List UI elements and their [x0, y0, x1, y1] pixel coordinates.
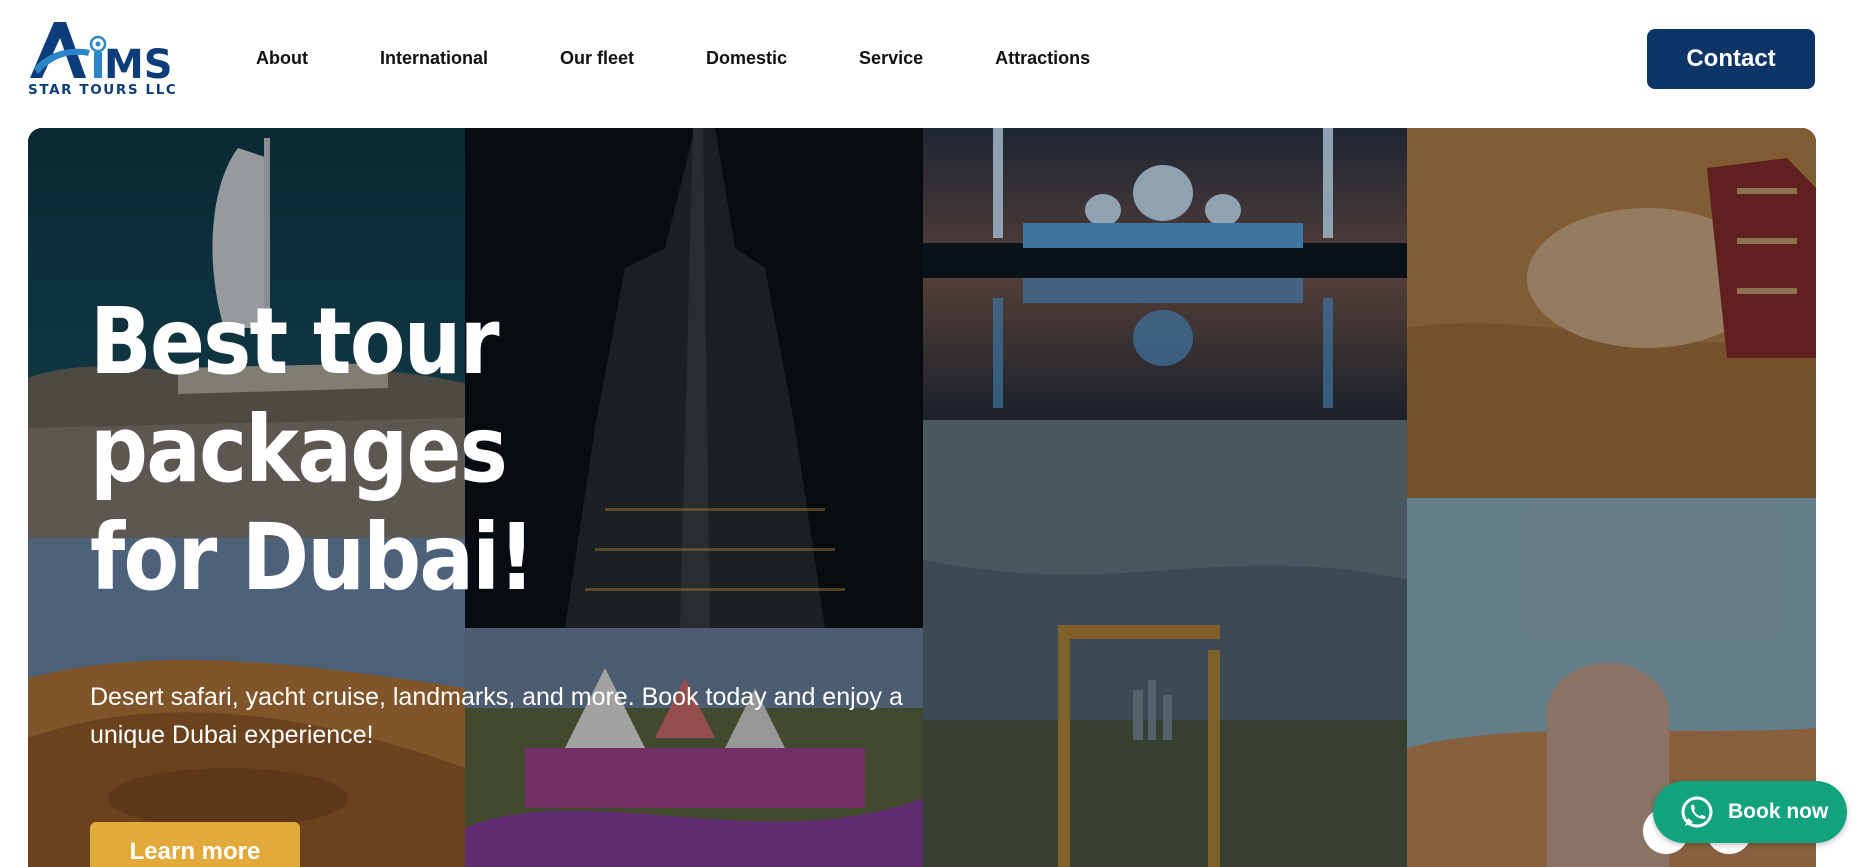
hero-description: Desert safari, yacht cruise, landmarks, … [90, 683, 903, 749]
logo-mark-icon: MS [30, 22, 173, 82]
learn-more-button[interactable]: Learn more [90, 822, 300, 867]
hero-image-dubai-frame [923, 420, 1407, 867]
hero-content: Best tour packages for Dubai! Desert saf… [90, 288, 990, 867]
site-header: MS STAR TOURS LLC About International Ou… [0, 0, 1864, 128]
hero-image-sheikh-zayed-mosque [923, 128, 1407, 420]
hero-image-camel [1407, 128, 1816, 498]
book-now-label: Book now [1728, 800, 1829, 823]
logo-subtitle: STAR TOURS LLC [28, 82, 178, 98]
hero-title-line-1: Best tour packages [90, 288, 508, 503]
hero-title-line-2: for Dubai! [90, 504, 535, 611]
nav-item-service[interactable]: Service [859, 46, 923, 70]
nav-item-attractions[interactable]: Attractions [995, 46, 1090, 70]
svg-text:MS: MS [104, 42, 173, 82]
nav-item-international[interactable]: International [380, 46, 488, 70]
book-now-button[interactable]: Book now [1653, 781, 1847, 843]
hero-banner: Best tour packages for Dubai! Desert saf… [28, 128, 1816, 867]
nav-item-about[interactable]: About [256, 46, 308, 70]
company-logo[interactable]: MS STAR TOURS LLC [28, 18, 180, 100]
hero-title: Best tour packages for Dubai! [90, 288, 935, 612]
nav-item-our-fleet[interactable]: Our fleet [560, 46, 634, 70]
whatsapp-icon [1681, 796, 1713, 828]
nav-item-domestic[interactable]: Domestic [706, 46, 787, 70]
contact-button[interactable]: Contact [1647, 29, 1815, 89]
main-nav: About International Our fleet Domestic S… [256, 46, 1162, 70]
